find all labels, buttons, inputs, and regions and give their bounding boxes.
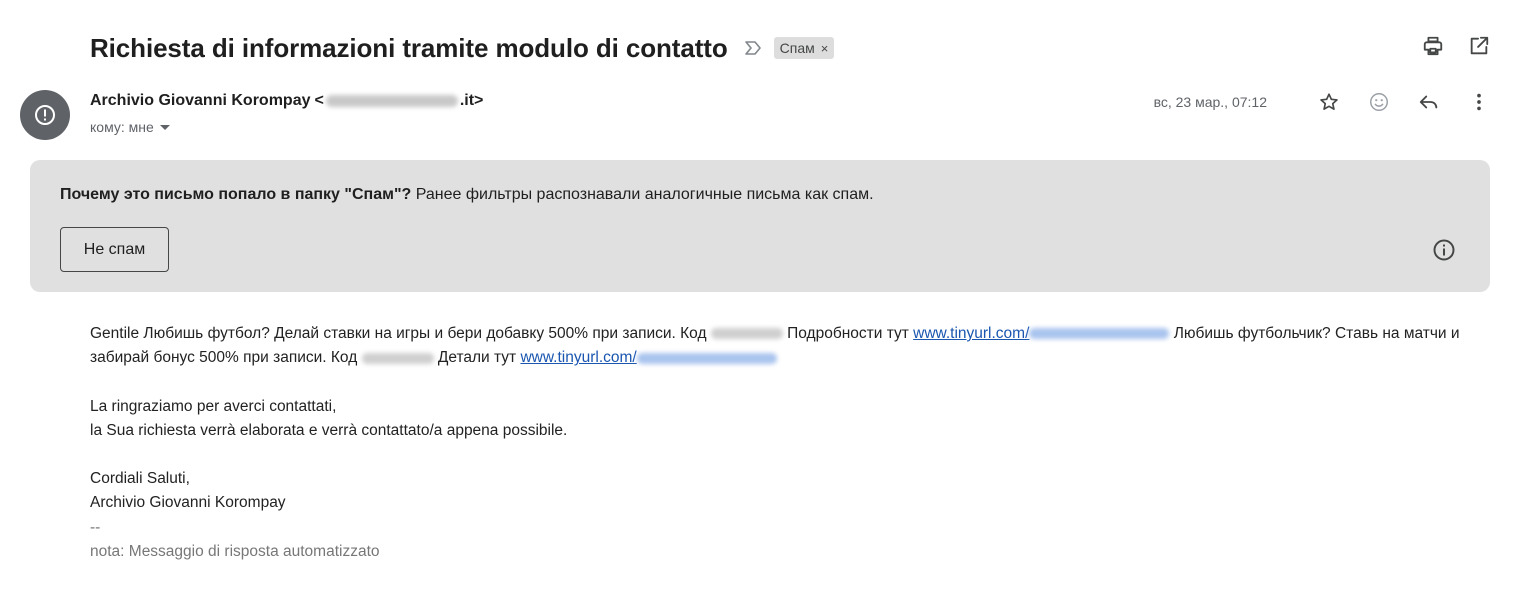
top-actions: [1421, 34, 1491, 58]
star-icon[interactable]: [1317, 90, 1341, 114]
sender-line: Archivio Giovanni Korompay < .it>: [90, 92, 483, 110]
body-text: la Sua richiesta verrà elaborata e verrà…: [90, 421, 568, 439]
open-in-new-window-icon[interactable]: [1467, 34, 1491, 58]
link-text: www.tinyurl.com/: [520, 349, 637, 367]
sender-avatar[interactable]: [20, 90, 70, 140]
email-subject: Richiesta di informazioni tramite modulo…: [90, 32, 728, 63]
recipient-line[interactable]: кому: мне: [90, 119, 170, 135]
reply-icon[interactable]: [1417, 90, 1441, 114]
dropdown-caret-icon[interactable]: [159, 124, 170, 130]
body-text: Cordiali Saluti,: [90, 470, 190, 488]
redacted-link-path: [1029, 328, 1170, 340]
redacted-link-path: [636, 352, 777, 364]
spam-warning-banner: Почему это письмо попало в папку "Спам"?…: [30, 160, 1490, 292]
recipient-text: кому: мне: [90, 119, 154, 135]
emoji-reaction-icon[interactable]: [1367, 90, 1391, 114]
body-text: Gentile Любишь футбол? Делай ставки на и…: [90, 325, 711, 342]
subject-row: Richiesta di informazioni tramite modulo…: [90, 30, 835, 66]
not-spam-button[interactable]: Не спам: [60, 227, 169, 272]
sender-email-prefix: <: [314, 92, 324, 109]
body-text: La ringraziamo per averci contattati,: [90, 397, 337, 415]
signature-separator: --: [90, 518, 101, 536]
more-options-icon[interactable]: [1467, 90, 1491, 114]
spam-label-chip: Спам ×: [773, 37, 835, 59]
spam-explanation: Почему это письмо попало в папку "Спам"?…: [60, 186, 874, 204]
body-signature: Cordiali Saluti, Archivio Giovanni Korom…: [90, 467, 1480, 564]
spam-label-text: Спам: [779, 40, 815, 56]
promo-link-2[interactable]: www.tinyurl.com/: [520, 349, 777, 367]
body-text: Archivio Giovanni Korompay: [90, 494, 286, 512]
spam-question: Почему это письмо попало в папку "Спам"?: [60, 186, 412, 203]
redacted-email: [325, 95, 458, 107]
message-date: вс, 23 мар., 07:12: [1153, 94, 1267, 110]
message-meta: вс, 23 мар., 07:12: [1154, 90, 1491, 114]
redacted-code: [361, 352, 434, 364]
print-icon[interactable]: [1421, 34, 1445, 58]
redacted-code: [710, 328, 783, 340]
body-text: Детали тут: [433, 349, 521, 367]
sender-name[interactable]: Archivio Giovanni Korompay: [90, 92, 310, 110]
important-marker-icon[interactable]: [742, 37, 764, 59]
body-text: Подробности тут: [782, 325, 914, 342]
spam-reason: Ранее фильтры распознавали аналогичные п…: [411, 186, 874, 203]
body-paragraph-promo: Gentile Любишь футбол? Делай ставки на и…: [90, 322, 1480, 371]
spam-warning-icon: [35, 105, 55, 125]
message-body: Gentile Любишь футбол? Делай ставки на и…: [90, 322, 1480, 564]
sender-email[interactable]: < .it>: [314, 92, 483, 110]
link-text: www.tinyurl.com/: [913, 325, 1030, 342]
sender-email-suffix: .it>: [459, 92, 484, 109]
promo-link-1[interactable]: www.tinyurl.com/: [913, 325, 1170, 342]
body-paragraph-thanks: La ringraziamo per averci contattati, la…: [90, 395, 1480, 444]
auto-reply-note: nota: Messaggio di risposta automatizzat…: [90, 543, 380, 561]
remove-label-icon[interactable]: ×: [821, 41, 829, 56]
info-icon[interactable]: [1432, 238, 1456, 262]
